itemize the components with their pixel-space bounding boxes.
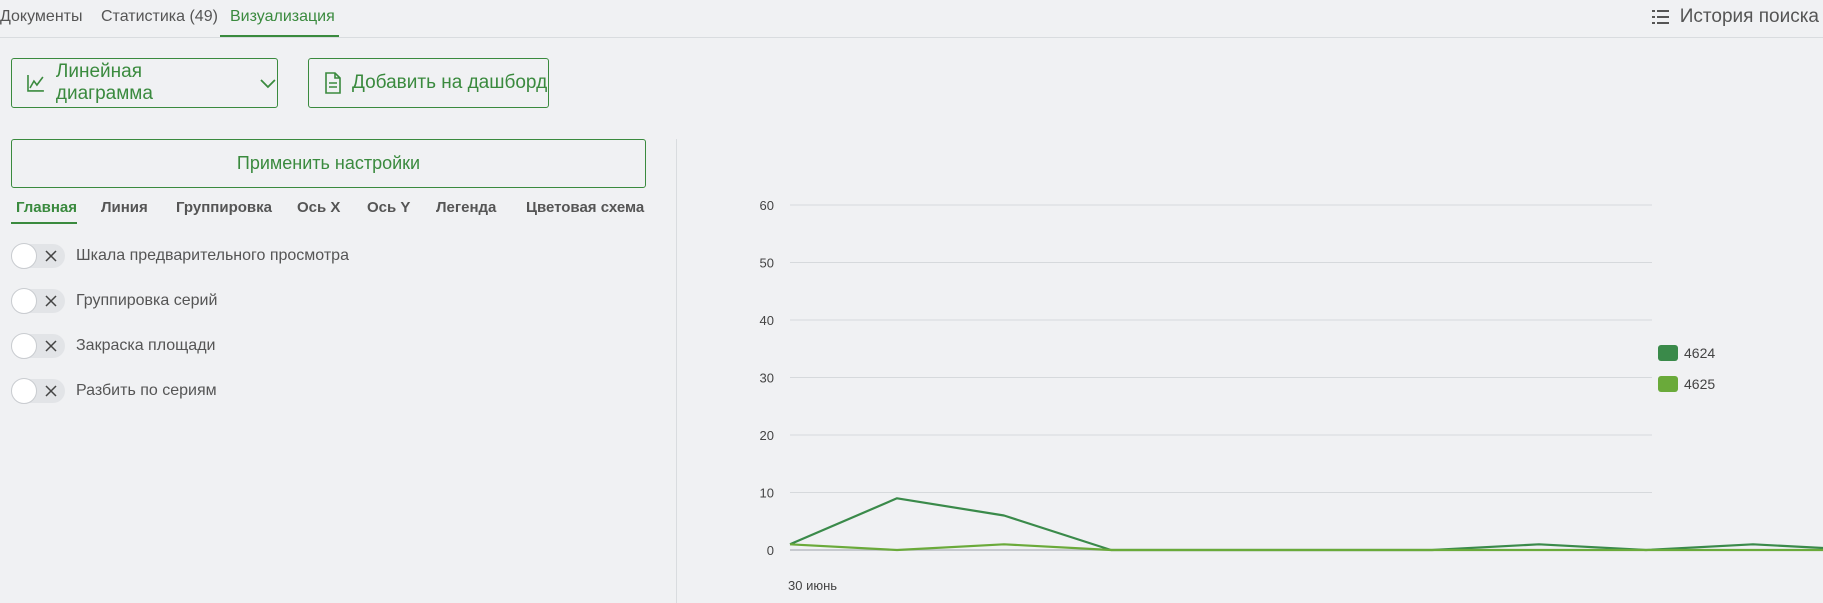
y-tick-label: 40 [760,313,774,328]
series-line-4625 [789,543,1823,552]
y-tick-label: 50 [760,256,774,271]
y-tick-label: 60 [760,198,774,213]
x-tick-label: 30 июнь [788,578,837,593]
y-tick-label: 30 [760,371,774,386]
y-tick-label: 20 [760,428,774,443]
y-tick-label: 0 [767,543,774,558]
line-chart: 010203040506030 июнь06:0012:0018:0046244… [760,198,1823,593]
legend-label: 4624 [1684,345,1715,361]
y-tick-label: 10 [760,486,774,501]
legend-label: 4625 [1684,376,1715,392]
legend-swatch [1658,376,1678,392]
legend-swatch [1658,345,1678,361]
